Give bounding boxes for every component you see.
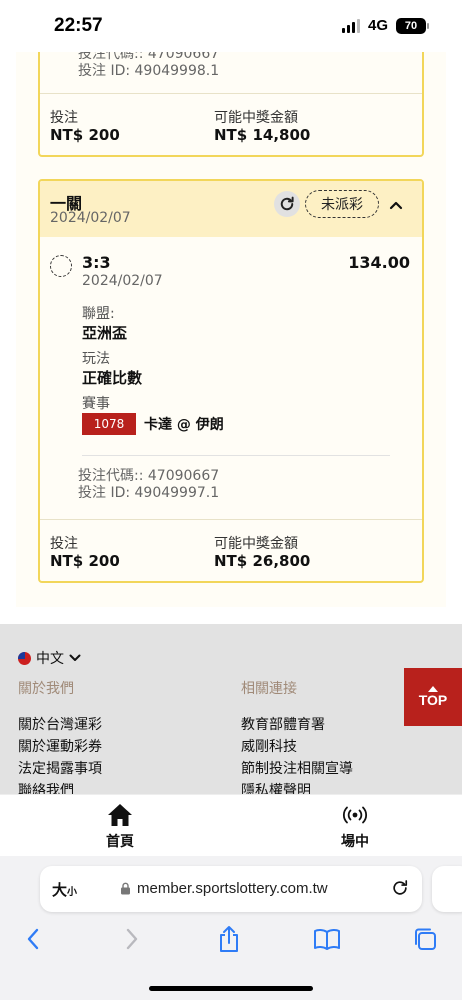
home-indicator xyxy=(149,986,313,991)
language-label: 中文 xyxy=(36,651,64,667)
bet-info-2: 投注代碼:: 47090667 投注 ID: 49049997.1 xyxy=(78,468,219,502)
battery-level: 70 xyxy=(404,19,418,32)
refresh-button[interactable] xyxy=(274,191,300,217)
bottom-tab-bar: 首頁 場中 xyxy=(0,794,462,856)
stake-value: NT$ 200 xyxy=(50,552,120,570)
battery-icon: 70 xyxy=(396,17,429,34)
payout-label: 可能中獎金額 xyxy=(214,536,298,552)
bet-code: 投注代碼:: 47090667 xyxy=(78,468,220,484)
payout-label: 可能中獎金額 xyxy=(214,110,298,126)
event-row: 1078 卡達 @ 伊朗 xyxy=(82,413,224,435)
status-bar: 22:57 4G 70 xyxy=(0,0,462,52)
selection-status-icon xyxy=(50,255,72,277)
reload-button[interactable] xyxy=(390,878,410,902)
status-time: 22:57 xyxy=(54,15,103,36)
bet-summary-2: 投注 NT$ 200 可能中獎金額 NT$ 26,800 xyxy=(40,519,422,581)
league-label: 聯盟: xyxy=(82,306,115,322)
back-button[interactable] xyxy=(18,924,48,954)
home-icon xyxy=(108,804,132,826)
text-size-large: 大 xyxy=(52,881,68,899)
footer-link[interactable]: 聯絡我們 xyxy=(18,780,102,794)
tabs-icon xyxy=(415,928,436,950)
bet-summary-1: 投注 NT$ 200 可能中獎金額 NT$ 14,800 xyxy=(40,93,422,155)
selection-score: 3:3 xyxy=(82,253,111,272)
collapse-button[interactable] xyxy=(386,195,406,215)
event-code-badge: 1078 xyxy=(82,413,136,435)
tab-live[interactable]: 場中 xyxy=(315,803,395,851)
back-to-top-button[interactable]: TOP xyxy=(404,668,462,726)
back-to-top-label: TOP xyxy=(418,692,448,708)
footer-link[interactable]: 法定揭露事項 xyxy=(18,758,102,780)
bet-id: 投注 ID: 49049997.1 xyxy=(78,485,220,501)
stake-value: NT$ 200 xyxy=(50,126,120,144)
next-tab-preview[interactable] xyxy=(432,866,462,912)
payout-value: NT$ 14,800 xyxy=(214,126,311,144)
payout-value: NT$ 26,800 xyxy=(214,552,311,570)
selection-date: 2024/02/07 xyxy=(82,273,163,289)
potential-payout: 可能中獎金額 NT$ 14,800 xyxy=(214,110,310,144)
footer-link[interactable]: 節制投注相關宣導 xyxy=(241,758,353,780)
address-bar[interactable]: 大小 member.sportslottery.com.tw xyxy=(40,866,422,912)
share-icon xyxy=(220,926,238,952)
bet-date: 2024/02/07 xyxy=(50,210,131,226)
forward-icon xyxy=(126,928,138,950)
text-size-small: 小 xyxy=(67,887,78,898)
market-label: 玩法 xyxy=(82,351,110,367)
stake: 投注 NT$ 200 xyxy=(50,110,120,144)
league-value: 亞洲盃 xyxy=(82,324,128,342)
footer-link[interactable]: 威剛科技 xyxy=(241,736,353,758)
divider xyxy=(82,455,390,456)
bet-history-content: 投注代碼:: 47090667 投注 ID: 49049998.1 投注 NT$… xyxy=(0,52,462,624)
footer-links-heading: 相關連接 xyxy=(241,681,297,697)
browser-chrome: 大小 member.sportslottery.com.tw xyxy=(0,856,462,1000)
footer-link[interactable]: 隱私權聲明 xyxy=(241,780,353,794)
book-icon xyxy=(314,928,340,950)
url-text: member.sportslottery.com.tw xyxy=(137,880,328,897)
footer-link[interactable]: 關於運動彩券 xyxy=(18,736,102,758)
bet-card-2: 一關 2024/02/07 未派彩 3:3 134.00 2024/02/07 … xyxy=(38,179,424,583)
footer-link[interactable]: 教育部體育署 xyxy=(241,714,353,736)
bet-card-header[interactable]: 一關 2024/02/07 未派彩 xyxy=(40,181,422,237)
footer-related-links: 教育部體育署 威剛科技 節制投注相關宣導 隱私權聲明 xyxy=(241,714,353,794)
tab-home[interactable]: 首頁 xyxy=(80,803,160,851)
url-display[interactable]: member.sportslottery.com.tw xyxy=(120,880,328,897)
footer-about-links: 關於台灣運彩 關於運動彩券 法定揭露事項 聯絡我們 xyxy=(18,714,102,794)
bet-card-1: 投注代碼:: 47090667 投注 ID: 49049998.1 投注 NT$… xyxy=(38,52,424,157)
chevron-up-icon xyxy=(389,201,403,210)
network-type: 4G xyxy=(367,17,388,34)
refresh-icon xyxy=(280,196,294,211)
tab-live-label: 場中 xyxy=(341,834,369,850)
forward-button[interactable] xyxy=(117,924,147,954)
footer-link[interactable]: 關於台灣運彩 xyxy=(18,714,102,736)
broadcast-icon xyxy=(343,806,367,824)
bet-info-1: 投注代碼:: 47090667 投注 ID: 49049998.1 xyxy=(78,52,219,80)
text-size-button[interactable]: 大小 xyxy=(52,879,77,900)
tab-home-label: 首頁 xyxy=(106,834,134,850)
signal-icon xyxy=(341,18,360,33)
back-icon xyxy=(27,928,39,950)
event-label: 賽事 xyxy=(82,396,110,412)
site-footer: 中文 關於我們 相關連接 關於台灣運彩 關於運動彩券 法定揭露事項 聯絡我們 教… xyxy=(0,624,462,794)
status-badge: 未派彩 xyxy=(305,190,379,218)
stake-label: 投注 xyxy=(50,110,78,126)
share-button[interactable] xyxy=(214,924,244,954)
reload-icon xyxy=(393,880,408,895)
taiwan-flag-icon xyxy=(18,651,31,665)
stake-label: 投注 xyxy=(50,536,78,552)
bet-id: 投注 ID: 49049998.1 xyxy=(78,63,220,79)
tabs-button[interactable] xyxy=(410,924,440,954)
footer-about-heading: 關於我們 xyxy=(18,681,74,697)
selection-odds: 134.00 xyxy=(348,253,410,272)
market-value: 正確比數 xyxy=(82,369,143,387)
chevron-down-icon xyxy=(69,654,81,661)
bet-code: 投注代碼:: 47090667 xyxy=(78,52,220,62)
bookmarks-button[interactable] xyxy=(312,924,342,954)
language-selector[interactable]: 中文 xyxy=(18,648,81,668)
status-indicators: 4G 70 xyxy=(341,17,429,34)
potential-payout: 可能中獎金額 NT$ 26,800 xyxy=(214,536,310,570)
event-name: 卡達 @ 伊朗 xyxy=(144,417,224,433)
browser-toolbar xyxy=(0,924,462,956)
stake: 投注 NT$ 200 xyxy=(50,536,120,570)
lock-icon xyxy=(121,882,130,895)
